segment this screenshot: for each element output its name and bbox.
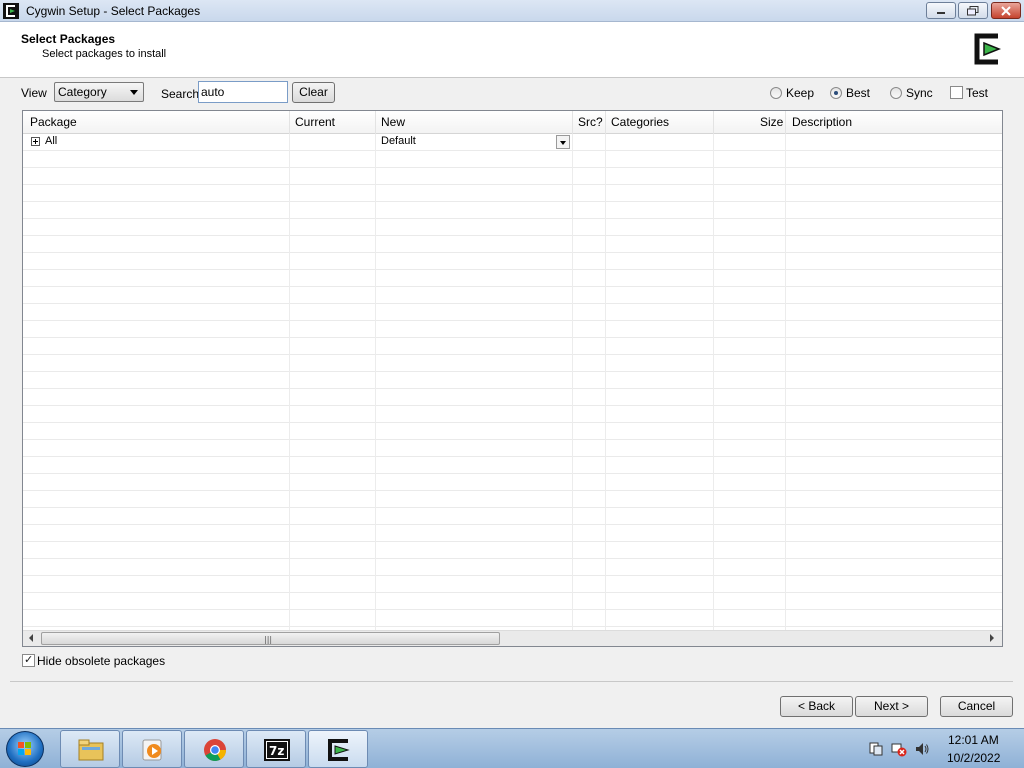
clock-time[interactable]: 12:01 AM xyxy=(948,733,999,747)
hide-obsolete-checkbox[interactable] xyxy=(22,653,35,667)
package-rows xyxy=(23,134,1002,631)
package-name: All xyxy=(45,135,58,147)
minimize-icon xyxy=(937,11,945,14)
sync-label: Sync xyxy=(906,86,933,100)
table-row[interactable]: All Default xyxy=(23,134,1002,151)
cancel-button[interactable]: Cancel xyxy=(940,696,1013,717)
network-disconnected-icon[interactable] xyxy=(891,741,907,757)
best-radio[interactable] xyxy=(830,87,842,99)
column-divider[interactable] xyxy=(289,111,290,134)
column-header-new[interactable]: New xyxy=(381,115,405,129)
next-button[interactable]: Next > xyxy=(855,696,928,717)
column-gridline xyxy=(572,134,573,631)
column-gridline xyxy=(289,134,290,631)
column-divider[interactable] xyxy=(605,111,606,134)
column-header-row: Package Current New Src? Categories Size… xyxy=(23,111,1002,134)
page-header: Select Packages Select packages to insta… xyxy=(0,22,1024,78)
column-header-size[interactable]: Size xyxy=(760,115,783,129)
new-version-dropdown[interactable] xyxy=(556,135,570,149)
title-bar[interactable]: Cygwin Setup - Select Packages xyxy=(0,0,1024,22)
minimize-button[interactable] xyxy=(926,2,956,19)
horizontal-scrollbar[interactable]: ||| xyxy=(23,630,1002,646)
column-divider[interactable] xyxy=(713,111,714,134)
scroll-left-icon[interactable] xyxy=(29,634,33,642)
grip-icon: ||| xyxy=(264,635,273,644)
hide-obsolete-label: Hide obsolete packages xyxy=(37,654,166,668)
best-label: Best xyxy=(846,86,871,100)
column-divider[interactable] xyxy=(375,111,376,134)
column-gridline xyxy=(605,134,606,631)
clear-button[interactable]: Clear xyxy=(292,82,335,103)
view-select-value: Category xyxy=(58,85,107,99)
test-label: Test xyxy=(966,86,989,100)
column-gridline xyxy=(713,134,714,631)
column-header-package[interactable]: Package xyxy=(30,115,77,129)
cygwin-setup-window: Cygwin Setup - Select Packages Select Pa… xyxy=(0,0,1024,728)
expand-icon[interactable] xyxy=(31,137,40,146)
cygwin-icon xyxy=(3,3,19,19)
scroll-right-icon[interactable] xyxy=(990,634,994,642)
windows-logo-icon xyxy=(18,742,31,755)
cygwin-icon xyxy=(328,739,350,761)
view-select[interactable]: Category xyxy=(54,82,144,102)
package-new-value[interactable]: Default xyxy=(381,135,416,147)
view-label: View xyxy=(21,86,47,100)
keep-label: Keep xyxy=(786,86,815,100)
chrome-icon xyxy=(204,739,226,761)
column-header-description[interactable]: Description xyxy=(792,115,852,129)
taskbar-7zip[interactable]: 7z xyxy=(246,730,306,768)
back-button[interactable]: < Back xyxy=(780,696,853,717)
7zip-icon: 7z xyxy=(264,739,290,761)
column-header-current[interactable]: Current xyxy=(295,115,335,129)
sync-radio[interactable] xyxy=(890,87,902,99)
close-icon xyxy=(1001,5,1011,16)
taskbar-explorer[interactable] xyxy=(60,730,120,768)
package-list[interactable]: Package Current New Src? Categories Size… xyxy=(22,110,1003,647)
start-button[interactable] xyxy=(6,731,44,767)
column-divider[interactable] xyxy=(785,111,786,134)
search-label: Search xyxy=(161,87,200,101)
page-subtitle: Select packages to install xyxy=(42,48,167,60)
page-title: Select Packages xyxy=(21,32,116,46)
test-checkbox[interactable] xyxy=(950,86,963,99)
chevron-down-icon xyxy=(130,90,138,95)
scrollbar-thumb[interactable]: ||| xyxy=(41,632,500,645)
column-gridline xyxy=(785,134,786,631)
volume-icon[interactable] xyxy=(914,741,930,757)
keep-radio[interactable] xyxy=(770,87,782,99)
footer-divider xyxy=(10,681,1013,682)
taskbar-cygwin[interactable] xyxy=(308,730,368,768)
close-button[interactable] xyxy=(991,2,1021,19)
media-player-icon xyxy=(142,739,162,761)
cygwin-logo xyxy=(971,32,1005,66)
restore-icon xyxy=(967,5,979,15)
taskbar-media-player[interactable] xyxy=(122,730,182,768)
window-title: Cygwin Setup - Select Packages xyxy=(26,4,201,18)
svg-text:7z: 7z xyxy=(269,744,284,758)
column-header-src[interactable]: Src? xyxy=(578,115,603,129)
column-gridline xyxy=(375,134,376,631)
search-input[interactable] xyxy=(198,81,288,103)
folder-icon xyxy=(78,739,104,761)
clock-date[interactable]: 10/2/2022 xyxy=(947,751,1000,765)
taskbar-chrome[interactable] xyxy=(184,730,244,768)
column-divider[interactable] xyxy=(572,111,573,134)
restore-button[interactable] xyxy=(958,2,988,19)
taskbar: 7z xyxy=(0,728,1024,768)
action-center-icon[interactable] xyxy=(868,741,884,757)
column-header-categories[interactable]: Categories xyxy=(611,115,669,129)
